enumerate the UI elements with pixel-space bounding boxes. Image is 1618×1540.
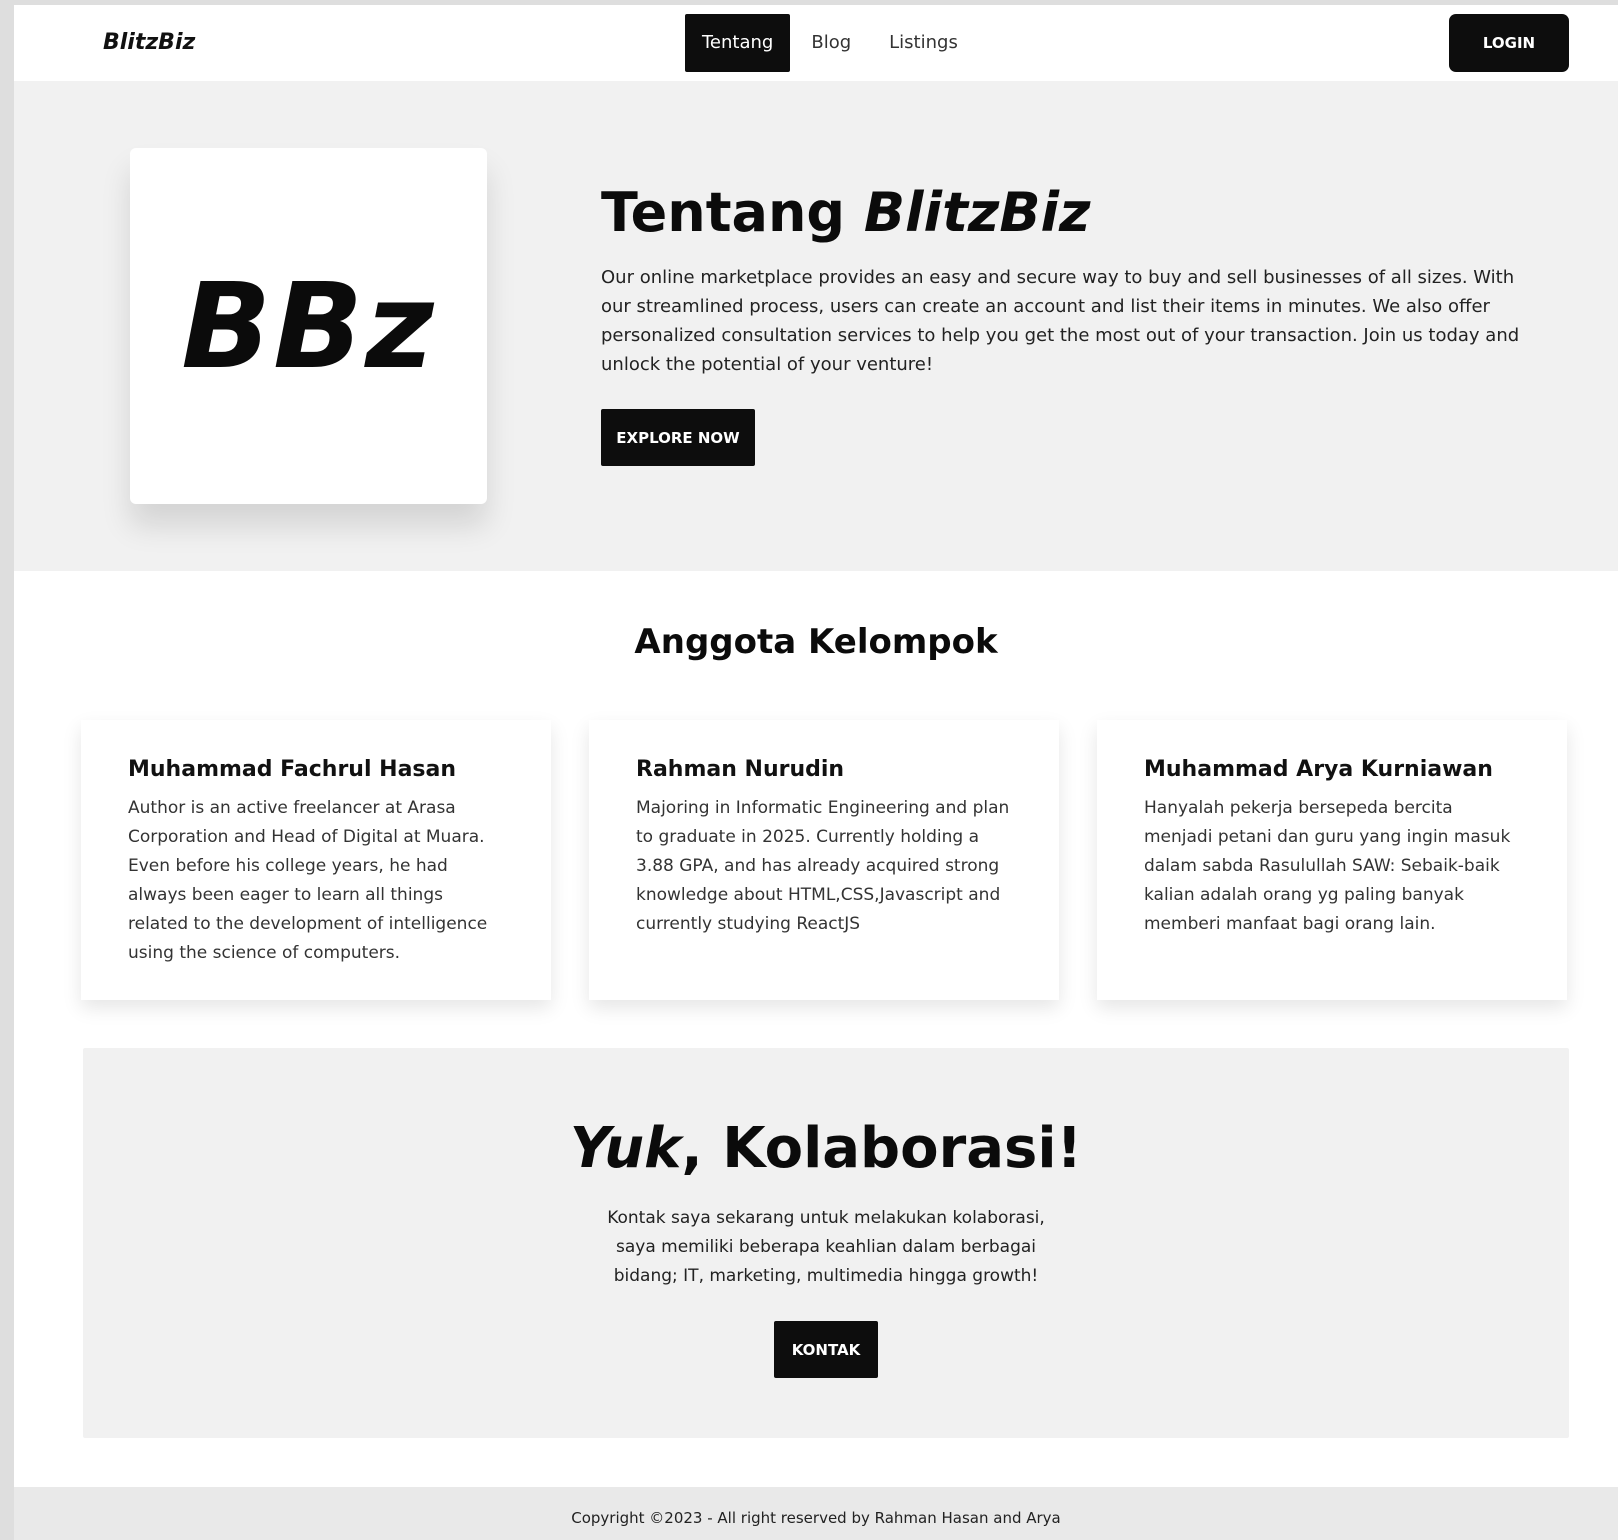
nav-link-listings[interactable]: Listings	[872, 14, 975, 72]
hero-text-block: Tentang BlitzBiz Our online marketplace …	[601, 181, 1531, 466]
hero-description: Our online marketplace provides an easy …	[601, 267, 1520, 375]
bbz-logo: BBz	[181, 257, 436, 395]
collaboration-section: Yuk, Kolaborasi! Kontak saya sekarang un…	[83, 1048, 1569, 1438]
login-button[interactable]: LOGIN	[1449, 14, 1569, 72]
hero-title-emphasis: BlitzBiz	[863, 181, 1091, 244]
member-description: Majoring in Informatic Engineering and p…	[636, 798, 1010, 934]
page: BlitzBiz Tentang Blog Listings LOGIN BBz…	[14, 5, 1618, 1540]
nav-link-tentang[interactable]: Tentang	[685, 14, 791, 72]
member-name: Muhammad Fachrul Hasan	[128, 757, 457, 782]
collaboration-title: Yuk, Kolaborasi!	[83, 1114, 1569, 1184]
member-description: Hanyalah pekerja bersepeda bercita menja…	[1144, 798, 1511, 934]
explore-now-button[interactable]: EXPLORE NOW	[601, 409, 755, 466]
footer: Copyright ©2023 - All right reserved by …	[14, 1487, 1618, 1540]
member-description: Author is an active freelancer at Arasa …	[128, 798, 488, 963]
member-name: Rahman Nurudin	[636, 757, 845, 782]
kontak-button[interactable]: KONTAK	[774, 1321, 878, 1378]
members-title: Anggota Kelompok	[634, 622, 998, 662]
logo-card: BBz	[130, 148, 487, 504]
nav-links: Tentang Blog Listings	[685, 14, 979, 72]
brand-logo-link[interactable]: BlitzBiz	[103, 30, 195, 55]
hero-title: Tentang BlitzBiz	[601, 181, 1531, 245]
member-name: Muhammad Arya Kurniawan	[1144, 757, 1493, 782]
hero-section: BBz Tentang BlitzBiz Our online marketpl…	[14, 81, 1618, 571]
member-card: Rahman Nurudin Majoring in Informatic En…	[589, 720, 1059, 1000]
collaboration-title-suffix: , Kolaborasi!	[681, 1116, 1083, 1181]
collaboration-description: Kontak saya sekarang untuk melakukan kol…	[607, 1208, 1045, 1286]
footer-copyright: Copyright ©2023 - All right reserved by …	[571, 1509, 1061, 1527]
top-navbar: BlitzBiz Tentang Blog Listings LOGIN	[14, 5, 1618, 81]
member-card: Muhammad Fachrul Hasan Author is an acti…	[81, 720, 551, 1000]
member-card: Muhammad Arya Kurniawan Hanyalah pekerja…	[1097, 720, 1567, 1000]
hero-title-prefix: Tentang	[601, 181, 864, 244]
nav-link-blog[interactable]: Blog	[794, 14, 868, 72]
collaboration-title-emphasis: Yuk	[569, 1116, 682, 1181]
